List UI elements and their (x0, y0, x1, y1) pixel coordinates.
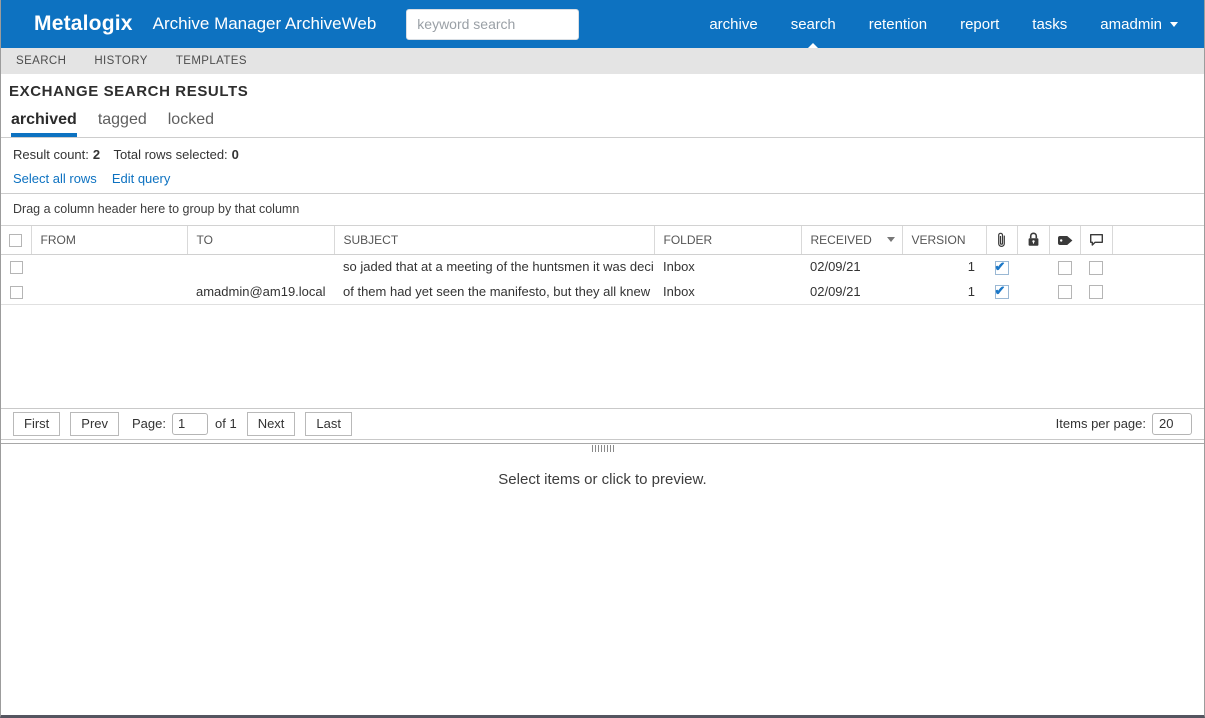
app-window: Metalogix Archive Manager ArchiveWeb arc… (0, 0, 1205, 718)
cell-subject[interactable]: so jaded that at a meeting of the huntsm… (334, 254, 654, 279)
tab-archived[interactable]: archived (11, 111, 77, 137)
select-all-rows-link[interactable]: Select all rows (13, 171, 97, 186)
result-tabs: archived tagged locked (1, 100, 1204, 137)
tab-locked[interactable]: locked (168, 111, 214, 137)
cell-locked (1017, 254, 1049, 279)
subnav-item-templates[interactable]: TEMPLATES (176, 55, 247, 67)
tag-icon (1057, 236, 1072, 246)
result-count-label: Result count: (13, 147, 89, 162)
result-stats: Result count: 2 Total rows selected: 0 (13, 147, 1192, 162)
cell-locked (1017, 279, 1049, 305)
subnav: SEARCH HISTORY TEMPLATES (1, 48, 1204, 74)
results-summary-panel: Result count: 2 Total rows selected: 0 Sel… (1, 137, 1204, 194)
received-filter-caret[interactable] (886, 237, 895, 243)
attachment-icon (998, 232, 1005, 247)
nav-item-retention[interactable]: retention (869, 0, 927, 48)
subnav-item-search[interactable]: SEARCH (16, 55, 66, 67)
row-select-checkbox[interactable] (9, 261, 23, 275)
column-header-subject[interactable]: SUBJECT (334, 226, 655, 255)
page-total-label: of 1 (215, 416, 237, 431)
lock-icon (1028, 232, 1038, 247)
cell-folder: Inbox (654, 279, 801, 305)
cell-to: amadmin@am19.local (187, 279, 334, 305)
keyword-search-input[interactable] (406, 8, 580, 40)
grid-empty-space (1, 305, 1204, 408)
items-per-page-label: Items per page: (1055, 416, 1146, 431)
items-per-page-input[interactable] (1152, 412, 1192, 435)
metalogix-logo: Metalogix (34, 12, 133, 35)
table-row[interactable]: amadmin@am19.local of them had yet seen … (1, 279, 1204, 305)
subnav-item-history[interactable]: HISTORY (94, 55, 148, 67)
tab-tagged[interactable]: tagged (98, 111, 147, 137)
cell-version: 1 (902, 279, 986, 305)
select-all-checkbox[interactable] (9, 233, 23, 247)
nav-item-archive[interactable]: archive (709, 0, 757, 48)
app-title: Archive Manager ArchiveWeb (152, 14, 377, 33)
tag-flag-checkbox[interactable] (1057, 285, 1072, 300)
first-page-button[interactable]: First (13, 411, 61, 436)
preview-pane[interactable]: Select items or click to preview. (1, 451, 1204, 489)
cell-from (31, 279, 187, 305)
column-header-to[interactable]: TO (187, 226, 335, 255)
column-header-comment[interactable] (1080, 226, 1113, 255)
column-header-received[interactable]: RECEIVED (801, 226, 903, 255)
cell-received: 02/09/21 (810, 259, 861, 275)
pagination-bar: First Prev Page: of 1 Next Last Items pe… (1, 407, 1204, 440)
results-table: FROM TO SUBJECT FOLDER RECEIVED VERSION (1, 226, 1204, 305)
prev-page-button[interactable]: Prev (70, 411, 120, 436)
selected-rows-value: 0 (231, 147, 239, 162)
cell-version: 1 (967, 259, 975, 275)
table-header-row: FROM TO SUBJECT FOLDER RECEIVED VERSION (1, 226, 1204, 255)
column-header-from[interactable]: FROM (31, 226, 188, 255)
cell-to (187, 254, 334, 279)
nav-item-tasks[interactable]: tasks (1032, 0, 1067, 48)
column-header-version[interactable]: VERSION (902, 226, 987, 255)
column-header-tagged[interactable] (1049, 226, 1081, 255)
row-select-checkbox[interactable] (9, 285, 23, 299)
cell-subject[interactable]: of them had yet seen the manifesto, but … (334, 279, 654, 305)
user-menu[interactable]: amadmin (1100, 0, 1178, 48)
page-number-input[interactable] (172, 412, 208, 435)
attachment-flag-checkbox[interactable] (994, 283, 1009, 300)
comment-icon (1089, 234, 1103, 246)
top-header: Metalogix Archive Manager ArchiveWeb arc… (1, 0, 1204, 48)
result-links: Select all rows Edit query (13, 171, 1192, 186)
top-nav: archive search retention report tasks am… (709, 0, 1178, 48)
result-count-value: 2 (92, 147, 101, 162)
preview-placeholder-text: Select items or click to preview. (498, 470, 707, 488)
selected-rows-label: Total rows selected: (113, 147, 228, 162)
table-row[interactable]: so jaded that at a meeting of the huntsm… (1, 254, 1204, 279)
chevron-down-icon (1170, 21, 1178, 27)
column-header-folder[interactable]: FOLDER (654, 226, 802, 255)
edit-query-link[interactable]: Edit query (112, 171, 171, 186)
cell-received: 02/09/21 (801, 279, 902, 305)
splitter-grip-icon[interactable] (591, 444, 614, 452)
next-page-button[interactable]: Next (246, 411, 296, 436)
cell-from (31, 254, 187, 279)
attachment-flag-checkbox[interactable] (994, 259, 1009, 275)
nav-item-search[interactable]: search (791, 0, 836, 48)
tag-flag-checkbox[interactable] (1057, 260, 1072, 275)
cell-folder: Inbox (663, 259, 695, 275)
column-header-locked[interactable] (1017, 226, 1050, 255)
last-page-button[interactable]: Last (305, 411, 352, 436)
comment-flag-checkbox[interactable] (1089, 260, 1103, 275)
column-header-attachment[interactable] (986, 226, 1018, 255)
comment-flag-checkbox[interactable] (1089, 285, 1103, 300)
page-title: EXCHANGE SEARCH RESULTS (9, 83, 249, 100)
nav-item-report[interactable]: report (960, 0, 999, 48)
active-nav-indicator (808, 43, 819, 48)
preview-splitter[interactable] (1, 442, 1204, 452)
group-by-dropzone[interactable]: Drag a column header here to group by th… (1, 194, 1204, 226)
page-label: Page: (132, 416, 166, 431)
